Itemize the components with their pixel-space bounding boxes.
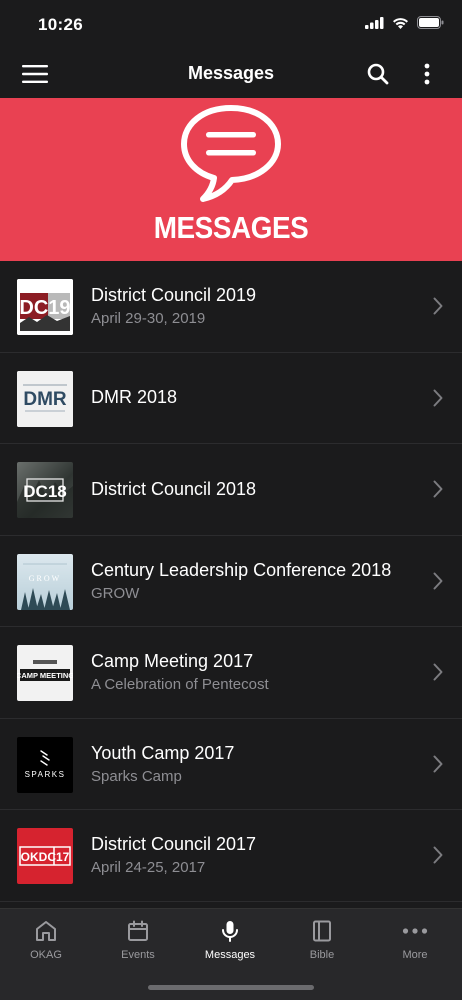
vertical-ellipsis-icon [424,63,430,85]
thumbnail-text: GROW [29,574,61,583]
status-icons [365,16,444,29]
home-indicator[interactable] [148,985,314,990]
chevron-right-icon [433,755,443,772]
thumbnail-image: GROW [17,553,73,610]
status-time: 10:26 [38,15,83,34]
item-subtitle: April 24-25, 2017 [91,859,206,877]
list-item[interactable]: DC18 District Council 2018 [0,444,462,536]
battery-icon [417,16,444,29]
home-icon [36,921,56,941]
navigation-bar: Messages [0,50,462,98]
search-button[interactable] [363,60,393,88]
chevron-right-icon [433,572,443,589]
thumbnail-image: CAMP MEETING [17,645,73,701]
search-icon [367,63,389,85]
thumbnail-text: OKDC17 [21,850,70,864]
list-item[interactable]: DMR DMR 2018 [0,352,462,444]
list-item[interactable]: DC19 District Council 2019 April 29-30, … [0,261,462,353]
thumbnail-text: DMR [23,389,67,410]
tab-label: Events [121,949,155,961]
tab-okag[interactable]: OKAG [0,917,92,967]
tab-label: Messages [204,949,256,961]
list-item[interactable]: OKDC17 District Council 2017 April 24-25… [0,810,462,902]
list-item[interactable]: GROW Century Leadership Conference 2018 … [0,535,462,627]
item-subtitle: GROW [91,584,140,602]
thumbnail-image: DMR [17,370,73,427]
item-title: Youth Camp 2017 [91,742,235,763]
list-item[interactable]: CAMP MEETING Camp Meeting 2017 A Celebra… [0,627,462,719]
thumbnail-text: CAMP MEETING [17,671,73,680]
chevron-right-icon [433,663,443,681]
tab-events[interactable]: Events [92,917,184,967]
tab-messages[interactable]: Messages [184,917,276,967]
tab-label: OKAG [30,949,62,961]
item-title: District Council 2019 [91,285,257,306]
item-title: District Council 2017 [91,834,257,855]
item-title: DMR 2018 [91,387,178,408]
list-item[interactable]: SPARKS Youth Camp 2017 Sparks Camp [0,718,462,810]
item-subtitle: Sparks Camp [91,767,182,785]
speech-bubble-icon [181,105,281,202]
tab-more[interactable]: More [369,917,461,967]
item-subtitle: April 29-30, 2019 [91,310,206,328]
chevron-right-icon [433,480,443,498]
thumbnail-text: DC19 [19,297,70,319]
thumbnail-image: DC19 [17,279,73,335]
item-title: District Council 2018 [91,478,257,499]
more-icon [402,928,428,934]
tab-label: More [402,949,428,961]
status-bar: 10:26 [0,0,462,50]
wifi-icon [393,17,408,29]
item-title: Camp Meeting 2017 [91,651,254,672]
thumbnail-text: DC18 [23,482,66,501]
thumbnail-text: SPARKS [25,770,66,779]
cellular-signal-icon [365,16,384,29]
tab-label: Bible [309,949,335,961]
item-title: Century Leadership Conference 2018 [91,559,392,580]
chevron-right-icon [433,297,443,315]
chevron-right-icon [433,846,443,864]
thumbnail-image: SPARKS [17,736,73,793]
thumbnail-image: OKDC17 [17,828,73,884]
book-icon [313,920,331,942]
tab-bible[interactable]: Bible [276,917,368,967]
calendar-icon [128,920,148,941]
messages-list: DC19 District Council 2019 April 29-30, … [0,261,462,902]
microphone-icon [222,921,238,942]
item-subtitle: A Celebration of Pentecost [91,676,269,694]
banner-title: MESSAGES [153,210,309,245]
chevron-right-icon [433,389,443,406]
thumbnail-image: DC18 [17,462,73,518]
more-options-button[interactable] [412,60,442,88]
messages-banner: MESSAGES [0,98,462,261]
